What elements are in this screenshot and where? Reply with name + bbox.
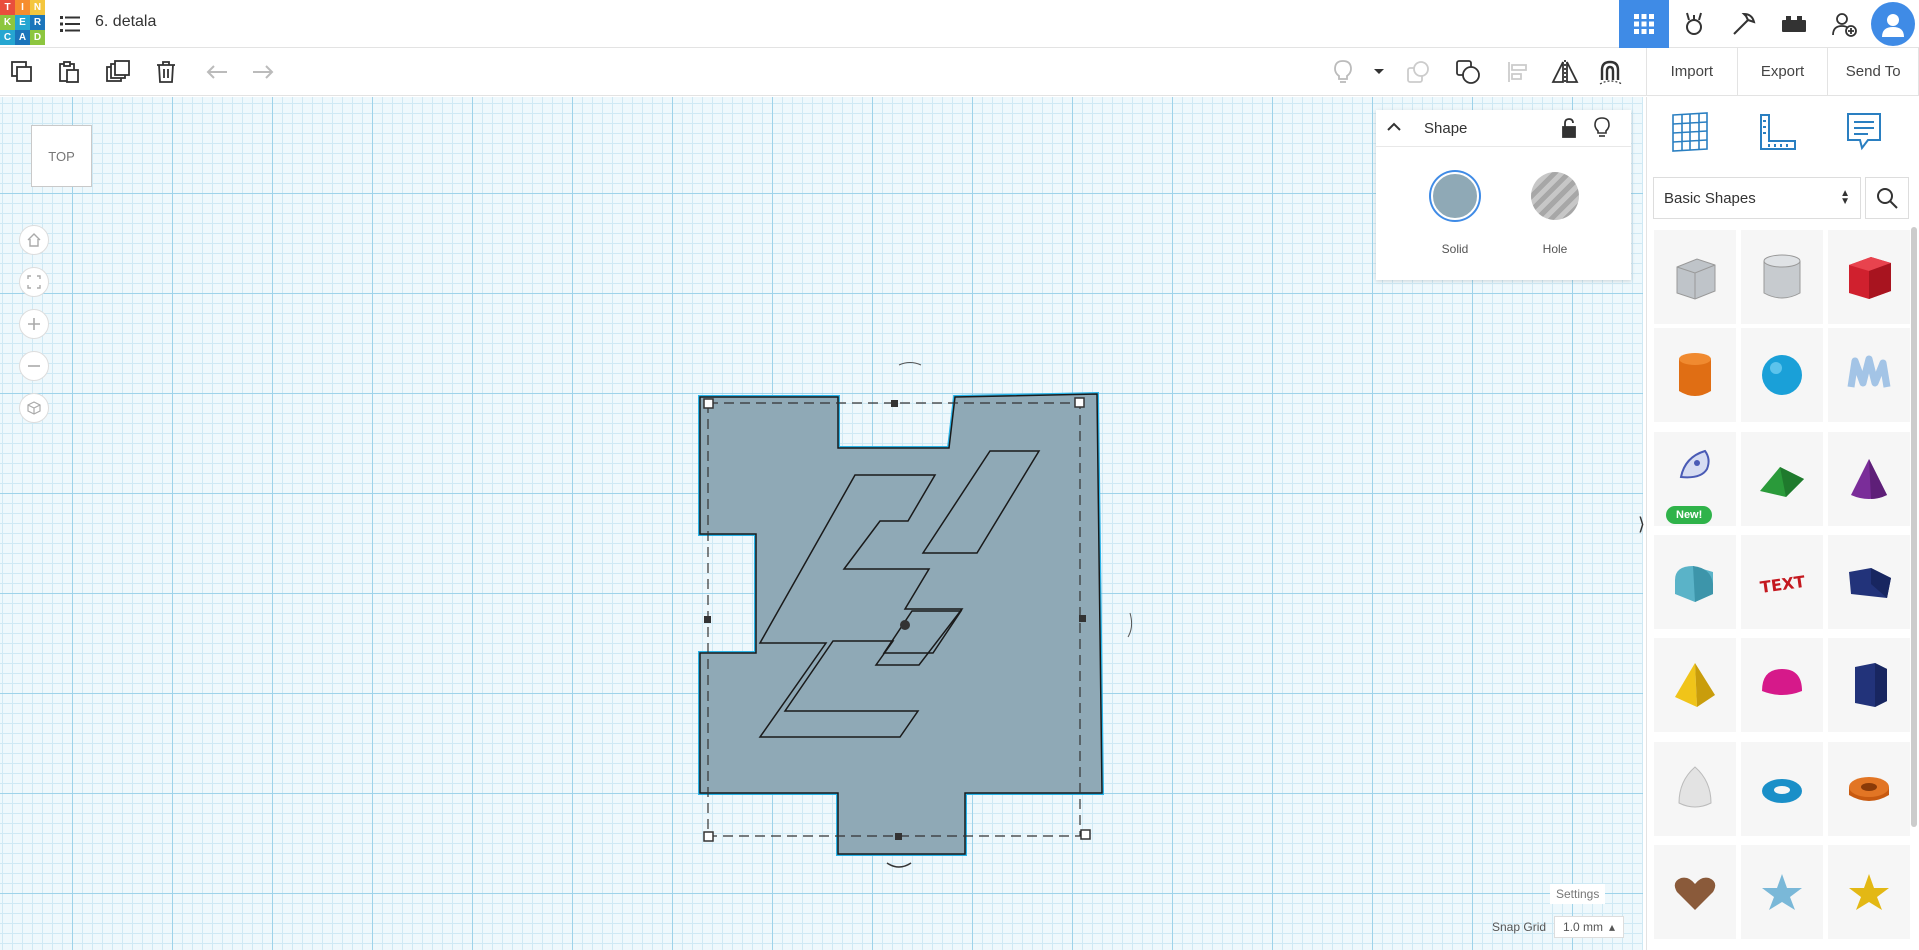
- logo-letter: T: [0, 0, 15, 15]
- align-icon[interactable]: [1504, 58, 1532, 86]
- duplicate-icon[interactable]: [104, 58, 132, 86]
- paste-icon[interactable]: [55, 58, 83, 86]
- delete-icon[interactable]: [152, 58, 180, 86]
- paraboloid-shape[interactable]: [1654, 742, 1736, 836]
- solid-label: Solid: [1441, 242, 1469, 256]
- shapes-scrollbar[interactable]: [1911, 227, 1917, 827]
- half-sphere-shape[interactable]: [1741, 638, 1823, 732]
- unlock-icon[interactable]: [1561, 118, 1577, 143]
- box-hole-shape[interactable]: [1654, 230, 1736, 324]
- hide-light-icon[interactable]: [1594, 117, 1610, 144]
- undo-icon[interactable]: [203, 58, 231, 86]
- cruise-icon[interactable]: [1596, 58, 1624, 86]
- polygon-shape[interactable]: [1828, 638, 1910, 732]
- group-icon[interactable]: [1404, 58, 1432, 86]
- workplane-icon[interactable]: [1665, 107, 1715, 157]
- snap-grid-value: 1.0 mm: [1563, 920, 1604, 934]
- cone-shape[interactable]: [1828, 432, 1910, 526]
- import-button[interactable]: Import: [1647, 48, 1738, 95]
- redo-icon[interactable]: [249, 58, 277, 86]
- svg-text:TEXT: TEXT: [1759, 572, 1806, 597]
- collapse-chevron-icon[interactable]: [1386, 119, 1402, 140]
- snap-grid-control: Snap Grid 1.0 mm ▴: [1492, 916, 1625, 938]
- roof-shape[interactable]: [1741, 432, 1823, 526]
- 3d-design-icon[interactable]: [1619, 0, 1669, 48]
- settings-button[interactable]: Settings: [1550, 884, 1606, 904]
- solid-swatch[interactable]: [1431, 172, 1479, 220]
- notes-icon[interactable]: [1839, 107, 1889, 157]
- shapes-panel: Basic Shapes ▲ ▼ New! TEXT: [1646, 97, 1919, 950]
- scribble-shape[interactable]: [1828, 328, 1910, 422]
- hole-label: Hole: [1542, 242, 1568, 256]
- star-shape[interactable]: [1828, 845, 1910, 939]
- send-to-button[interactable]: Send To: [1828, 48, 1919, 95]
- pyramid-shape[interactable]: [1654, 638, 1736, 732]
- hole-swatch[interactable]: [1531, 172, 1579, 220]
- search-icon[interactable]: [1865, 177, 1909, 219]
- design-title[interactable]: 6. detala: [95, 13, 156, 31]
- copy-icon[interactable]: [8, 58, 36, 86]
- chevron-up-icon: ▴: [1609, 920, 1616, 934]
- select-arrows-icon: ▲ ▼: [1840, 188, 1850, 207]
- edit-toolbar: [0, 48, 1646, 96]
- ungroup-icon[interactable]: [1454, 58, 1482, 86]
- ruler-icon[interactable]: [1753, 107, 1803, 157]
- wedge-shape[interactable]: [1828, 535, 1910, 629]
- round-roof-shape[interactable]: [1654, 535, 1736, 629]
- shape-generator-tile[interactable]: New!: [1654, 432, 1736, 526]
- logo-letter: I: [15, 0, 30, 15]
- mirror-icon[interactable]: [1551, 58, 1579, 86]
- logo-letter: R: [30, 15, 45, 30]
- snap-grid-select[interactable]: 1.0 mm ▴: [1554, 916, 1625, 938]
- export-button[interactable]: Export: [1738, 48, 1829, 95]
- circuits-icon[interactable]: [1719, 0, 1769, 48]
- codeblocks-icon[interactable]: [1669, 0, 1719, 48]
- box-shape[interactable]: [1828, 230, 1910, 324]
- shape-library-value: Basic Shapes: [1664, 189, 1756, 207]
- logo-letter: C: [0, 30, 15, 45]
- bricks-icon[interactable]: [1769, 0, 1819, 48]
- chevron-down-icon[interactable]: [1364, 58, 1394, 86]
- logo-letter: N: [30, 0, 45, 15]
- import-export-bar: Import Export Send To: [1646, 48, 1919, 96]
- cylinder-hole-shape[interactable]: [1741, 230, 1823, 324]
- snap-grid-label: Snap Grid: [1492, 920, 1547, 934]
- top-bar: T I N K E R C A D 6. detala: [0, 0, 1919, 48]
- shape-library-select[interactable]: Basic Shapes ▲ ▼: [1653, 177, 1861, 219]
- shape-panel-title: Shape: [1424, 120, 1468, 137]
- design-list-icon[interactable]: [58, 12, 82, 36]
- torus-shape[interactable]: [1741, 742, 1823, 836]
- tube-shape[interactable]: [1828, 742, 1910, 836]
- heart-shape[interactable]: [1654, 845, 1736, 939]
- shape-inspector-panel: Shape Solid Hole: [1376, 110, 1631, 280]
- profile-icon[interactable]: [1871, 2, 1915, 46]
- tinkercad-logo[interactable]: T I N K E R C A D: [0, 0, 45, 45]
- text-shape[interactable]: TEXT: [1741, 535, 1823, 629]
- workplane[interactable]: TOP Shape Solid Hole Settings Snap Grid …: [0, 97, 1643, 950]
- invite-user-icon[interactable]: [1819, 0, 1869, 48]
- cylinder-shape[interactable]: [1654, 328, 1736, 422]
- logo-letter: E: [15, 15, 30, 30]
- light-bulb-icon[interactable]: [1329, 58, 1357, 86]
- logo-letter: A: [15, 30, 30, 45]
- logo-letter: D: [30, 30, 45, 45]
- sphere-shape[interactable]: [1741, 328, 1823, 422]
- star-hole-shape[interactable]: [1741, 845, 1823, 939]
- new-badge: New!: [1666, 506, 1713, 524]
- logo-letter: K: [0, 15, 15, 30]
